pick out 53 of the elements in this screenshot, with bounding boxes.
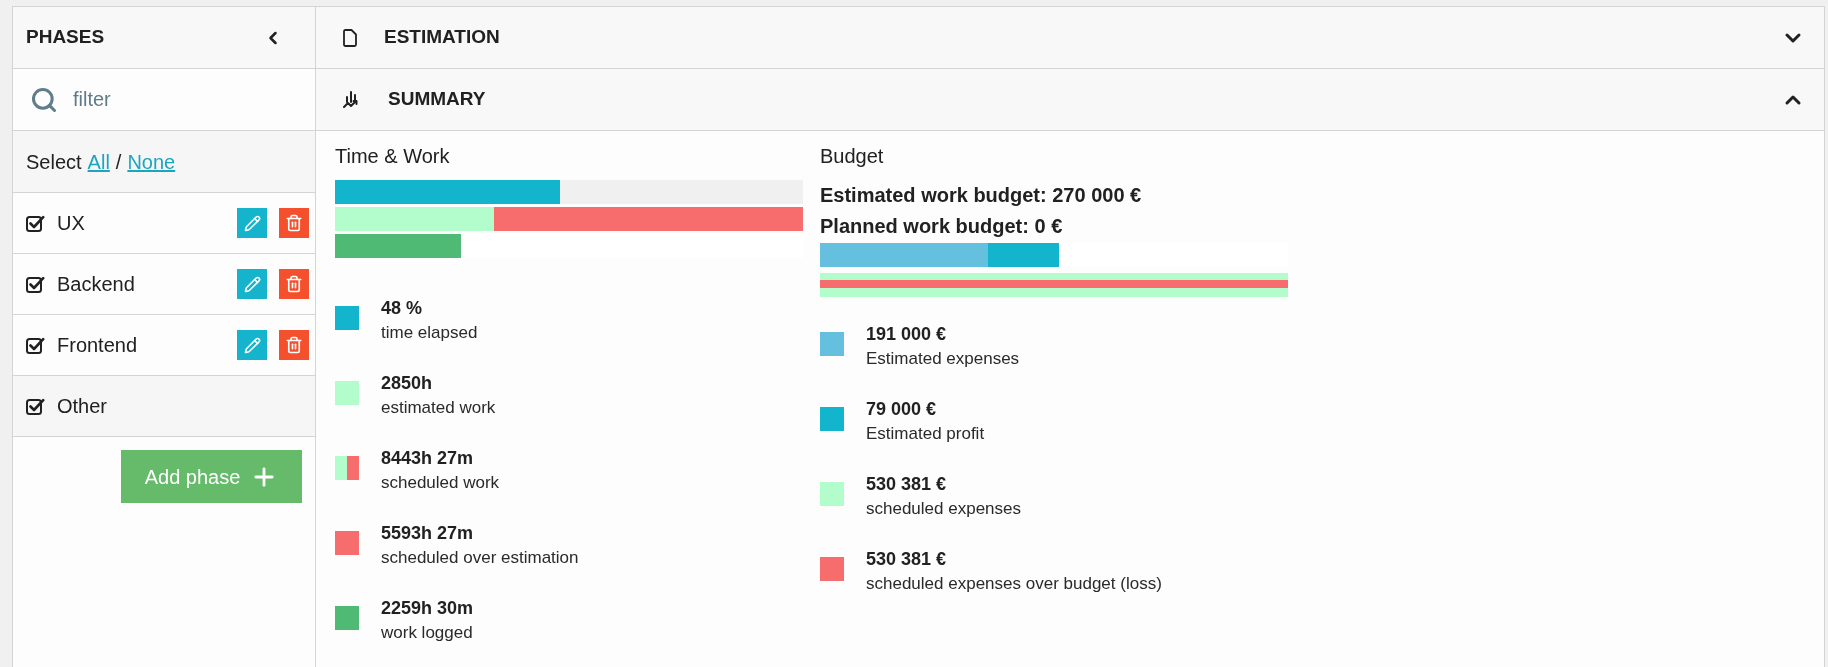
legend-value: 79 000 € <box>866 398 938 421</box>
legend-label: work logged <box>381 622 474 644</box>
filter-field[interactable]: filter <box>73 79 305 120</box>
phase-name: UX <box>57 211 85 236</box>
edit-button[interactable] <box>237 208 267 238</box>
legend-value: 2259h 30m <box>381 597 474 620</box>
phase-name: Other <box>57 394 108 419</box>
section-header[interactable]: SUMMARY <box>316 69 1824 131</box>
legend-label: Estimated expenses <box>866 348 1020 370</box>
legend-label: estimated work <box>381 397 496 419</box>
legend-value: 191 000 € <box>866 323 948 346</box>
trash-icon <box>285 275 303 293</box>
phase-name: Frontend <box>57 333 138 358</box>
section-title: Time & Work <box>335 144 451 169</box>
checkbox[interactable] <box>26 336 45 354</box>
legend-label: scheduled work <box>381 472 500 494</box>
section-title: Budget <box>820 144 885 169</box>
legend-label: time elapsed <box>381 322 478 344</box>
phase-name: Backend <box>57 272 135 297</box>
legend-value: 530 381 € <box>866 473 948 496</box>
checkbox[interactable] <box>26 275 45 293</box>
phase-row[interactable]: Other <box>13 376 315 437</box>
legend-label: Estimated profit <box>866 423 985 445</box>
checkbox[interactable] <box>26 214 45 232</box>
legend-label: scheduled expenses over budget (loss) <box>866 573 1162 595</box>
legend-label: scheduled expenses <box>866 498 1021 520</box>
pencil-icon <box>243 336 261 354</box>
separator-text: / <box>115 149 122 175</box>
legend-value: 48 % <box>381 297 424 320</box>
swatch-icon <box>335 456 359 480</box>
edit-button[interactable] <box>237 330 267 360</box>
delete-button[interactable] <box>279 208 309 238</box>
pencil-icon <box>243 214 261 232</box>
section-header[interactable]: ESTIMATION <box>316 7 1824 69</box>
select-label: Select <box>26 149 82 175</box>
legend-label: scheduled over estimation <box>381 547 579 569</box>
pencil-icon <box>243 275 261 293</box>
document-icon <box>343 28 357 47</box>
chart-icon <box>343 91 361 108</box>
legend-value: 5593h 27m <box>381 522 475 545</box>
legend-value: 8443h 27m <box>381 447 475 470</box>
trash-icon <box>285 214 303 232</box>
legend-value: 530 381 € <box>866 548 948 571</box>
legend-value: 2850h <box>381 372 434 395</box>
search-icon <box>30 85 58 114</box>
delete-button[interactable] <box>279 330 309 360</box>
checkbox[interactable] <box>26 397 45 415</box>
edit-button[interactable] <box>237 269 267 299</box>
sidebar-title: PHASES <box>26 25 105 50</box>
budget-total-text: Estimated work budget: 270 000 € <box>820 183 1143 208</box>
delete-button[interactable] <box>279 269 309 299</box>
trash-icon <box>285 336 303 354</box>
budget-total-text: Planned work budget: 0 € <box>820 214 1064 239</box>
